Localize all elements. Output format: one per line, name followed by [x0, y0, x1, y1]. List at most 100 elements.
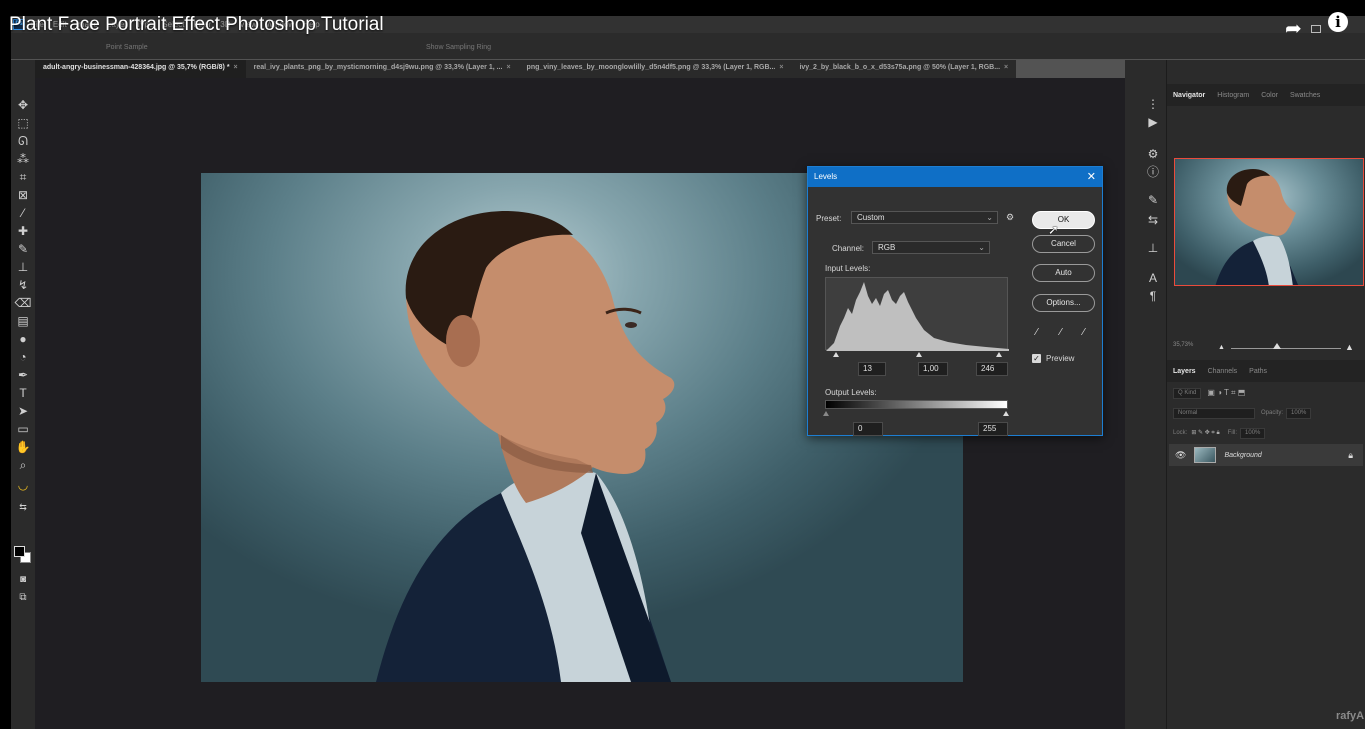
tab-color[interactable]: Color	[1261, 92, 1278, 99]
tab-swatches[interactable]: Swatches	[1290, 92, 1320, 99]
tab-layers[interactable]: Layers	[1173, 368, 1196, 375]
white-point-eyedropper-icon[interactable]: ⁄	[1083, 327, 1085, 338]
channel-select[interactable]: RGB ⌄	[872, 241, 990, 254]
marquee-tool-icon[interactable]: ⬚	[13, 116, 33, 131]
brush-panel-icon[interactable]: ✎	[1145, 192, 1161, 208]
tab-viny-leaves[interactable]: png_viny_leaves_by_moonglowlilly_d5n4df5…	[518, 60, 792, 78]
close-tab-icon[interactable]: ×	[779, 64, 783, 71]
zoom-tool-icon[interactable]: ⌕	[13, 458, 33, 473]
quick-select-tool-icon[interactable]: ⁂	[13, 152, 33, 167]
filter-type-icons[interactable]: ▣ ◑ T ⌗ ⬒	[1207, 388, 1245, 398]
dodge-tool-icon[interactable]: ◔	[13, 350, 33, 365]
actions-play-icon[interactable]: ▶	[1145, 114, 1161, 130]
auto-button[interactable]: Auto	[1032, 264, 1095, 282]
preset-options-gear-icon[interactable]: ⚙	[1006, 212, 1014, 223]
zoom-slider-track[interactable]	[1231, 348, 1341, 349]
eraser-tool-icon[interactable]: ⌫	[13, 296, 33, 311]
kind-filter-select[interactable]: Q Kind	[1173, 387, 1202, 399]
zoom-out-icon[interactable]: ▲	[1218, 344, 1225, 351]
zoom-value[interactable]: 35,73%	[1173, 342, 1193, 348]
lock-icons[interactable]: ⊞ ✎ ✥ ⌗ 🔒︎	[1191, 429, 1219, 437]
input-gamma-slider[interactable]	[916, 352, 922, 357]
channel-value: RGB	[878, 243, 896, 252]
input-black-slider[interactable]	[833, 352, 839, 357]
output-white-slider[interactable]	[1003, 411, 1009, 416]
frame-tool-icon[interactable]: ⊠	[13, 188, 33, 203]
gray-point-eyedropper-icon[interactable]: ⁄	[1060, 327, 1062, 338]
history-brush-tool-icon[interactable]: ↯	[13, 278, 33, 293]
input-gamma-field[interactable]: 1,00	[918, 362, 948, 376]
share-icon[interactable]: ➦	[1285, 16, 1302, 41]
hand-tool-icon[interactable]: ✋	[13, 440, 33, 455]
options-button[interactable]: Options...	[1032, 294, 1095, 312]
preview-checkbox[interactable]: ✓	[1032, 354, 1041, 363]
paragraph-panel-icon[interactable]: ¶	[1145, 288, 1161, 304]
input-black-field[interactable]: 13	[858, 362, 886, 376]
black-point-eyedropper-icon[interactable]: ⁄	[1036, 327, 1038, 338]
layer-row-background[interactable]: 👁︎ Background 🔒︎	[1169, 444, 1363, 466]
photoshop-window: Ps File Edit Image Layer Type Select Fil…	[11, 16, 1365, 729]
brush-tool-icon[interactable]: ✎	[13, 242, 33, 257]
clone-source-icon[interactable]: ⊥	[1145, 240, 1161, 256]
watch-later-icon[interactable]	[1311, 25, 1321, 33]
visibility-eye-icon[interactable]: 👁︎	[1175, 450, 1186, 461]
tab-navigator[interactable]: Navigator	[1173, 92, 1205, 99]
levels-title: Levels	[814, 172, 838, 181]
cancel-button[interactable]: Cancel	[1032, 235, 1095, 253]
history-panel-icon[interactable]: ⋮	[1145, 96, 1161, 112]
navigator-portrait	[1215, 169, 1299, 285]
info-icon[interactable]: i	[1328, 12, 1348, 32]
move-tool-icon[interactable]: ✥	[13, 98, 33, 113]
banana-edit-toolbar-icon[interactable]: ◡	[13, 478, 33, 493]
tab-channels[interactable]: Channels	[1208, 368, 1238, 375]
quick-mask-icon[interactable]: ◙	[13, 572, 33, 587]
ok-button[interactable]: OK	[1032, 211, 1095, 229]
crop-tool-icon[interactable]: ⌗	[13, 170, 33, 185]
info-panel-icon[interactable]: ⓘ	[1145, 164, 1161, 180]
stamp-tool-icon[interactable]: ⊥	[13, 260, 33, 275]
tab-ivy-plants[interactable]: real_ivy_plants_png_by_mysticmorning_d4s…	[245, 60, 519, 78]
sampling-ring-toggle[interactable]: Show Sampling Ring	[426, 44, 491, 51]
zoom-slider-handle[interactable]	[1273, 343, 1281, 349]
blend-mode-select[interactable]: Normal	[1173, 407, 1255, 419]
layer-name[interactable]: Background	[1224, 452, 1261, 459]
opacity-field[interactable]: 100%	[1286, 407, 1312, 419]
output-white-field[interactable]: 255	[978, 422, 1008, 436]
lasso-tool-icon[interactable]: ᘏ	[13, 134, 33, 149]
healing-brush-tool-icon[interactable]: ✚	[13, 224, 33, 239]
tab-paths[interactable]: Paths	[1249, 368, 1267, 375]
fill-field[interactable]: 100%	[1240, 427, 1266, 439]
tab-businessman[interactable]: adult-angry-businessman-428364.jpg @ 35,…	[35, 60, 246, 78]
zoom-in-icon[interactable]: ▲	[1345, 342, 1354, 352]
rectangle-tool-icon[interactable]: ▭	[13, 422, 33, 437]
input-white-slider[interactable]	[996, 352, 1002, 357]
tab-ivy-2[interactable]: ivy_2_by_black_b_o_x_d53s75a.png @ 50% (…	[791, 60, 1017, 78]
foreground-color-swatch[interactable]	[14, 546, 25, 557]
adjustments-panel-icon[interactable]: ⇆	[1145, 212, 1161, 228]
preset-value: Custom	[857, 213, 885, 222]
eyedropper-tool-icon[interactable]: ⁄	[13, 206, 33, 221]
close-icon[interactable]: ✕	[1087, 167, 1096, 187]
character-panel-icon[interactable]: A	[1145, 270, 1161, 286]
close-tab-icon[interactable]: ×	[1004, 64, 1008, 71]
sample-size-select[interactable]: Point Sample	[106, 44, 148, 51]
tab-histogram[interactable]: Histogram	[1217, 92, 1249, 99]
path-select-tool-icon[interactable]: ➤	[13, 404, 33, 419]
layer-thumbnail	[1194, 447, 1217, 463]
navigator-thumbnail[interactable]	[1174, 158, 1364, 286]
close-tab-icon[interactable]: ×	[506, 64, 510, 71]
swap-colors-icon[interactable]: ⇆	[13, 500, 33, 515]
type-tool-icon[interactable]: T	[13, 386, 33, 401]
close-tab-icon[interactable]: ×	[234, 64, 238, 71]
screen-mode-icon[interactable]: ⧉	[13, 590, 33, 605]
blur-tool-icon[interactable]: ●	[13, 332, 33, 347]
mouse-cursor-icon: ➚	[1048, 222, 1059, 237]
input-white-field[interactable]: 246	[976, 362, 1008, 376]
output-black-field[interactable]: 0	[853, 422, 883, 436]
preset-select[interactable]: Custom ⌄	[851, 211, 998, 224]
properties-panel-icon[interactable]: ⚙	[1145, 146, 1161, 162]
output-black-slider[interactable]	[823, 411, 829, 416]
options-bar: Point Sample Show Sampling Ring	[11, 33, 1365, 59]
pen-tool-icon[interactable]: ✒	[13, 368, 33, 383]
gradient-tool-icon[interactable]: ▤	[13, 314, 33, 329]
